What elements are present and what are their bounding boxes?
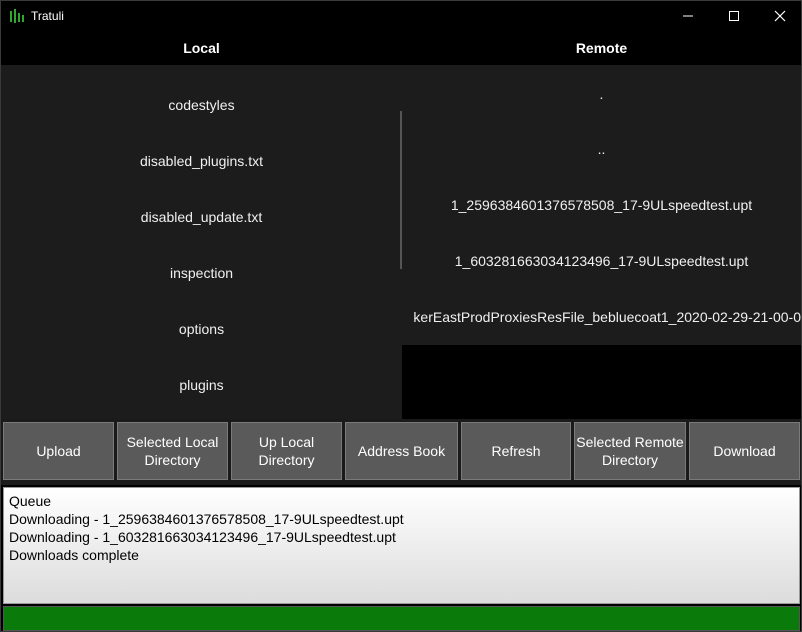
local-item[interactable]: disabled_plugins.txt <box>1 133 402 189</box>
log-line: Queue <box>9 493 52 509</box>
pane-scrollbar[interactable] <box>400 111 402 269</box>
selected-remote-label-2: Directory <box>601 452 658 468</box>
remote-item[interactable]: 1_2596384601376578508_17-9ULspeedtest.up… <box>402 177 801 233</box>
maximize-icon <box>729 11 739 21</box>
remote-header: Remote <box>402 31 801 65</box>
log-line: Downloading - 1_603281663034123496_17-9U… <box>9 529 396 545</box>
local-header: Local <box>1 31 402 65</box>
window-title: Tratuli <box>31 9 64 23</box>
log-textarea[interactable]: Queue Downloading - 1_259638460137657850… <box>3 487 800 604</box>
up-local-label-2: Directory <box>258 452 315 468</box>
action-toolbar: Upload Selected Local Directory Up Local… <box>1 419 801 485</box>
selected-remote-label-1: Selected Remote <box>576 434 684 450</box>
download-label: Download <box>713 443 776 459</box>
upload-button[interactable]: Upload <box>3 422 114 480</box>
remote-file-list[interactable]: . .. 1_2596384601376578508_17-9ULspeedte… <box>402 65 801 419</box>
remote-item[interactable]: .. <box>402 121 801 177</box>
local-item[interactable]: options <box>1 301 402 357</box>
app-icon <box>9 8 25 24</box>
log-line: Downloads complete <box>9 547 139 563</box>
download-button[interactable]: Download <box>689 422 800 480</box>
title-bar[interactable]: Tratuli <box>1 1 801 31</box>
local-item[interactable]: inspection <box>1 245 402 301</box>
local-item[interactable]: codestyles <box>1 77 402 133</box>
selected-local-label-1: Selected Local <box>126 434 219 450</box>
refresh-button[interactable]: Refresh <box>461 422 571 480</box>
selected-remote-directory-button[interactable]: Selected Remote Directory <box>574 422 686 480</box>
remote-item[interactable]: 1_603281663034123496_17-9ULspeedtest.upt <box>402 233 801 289</box>
close-icon <box>774 10 786 22</box>
progress-fill <box>4 607 799 630</box>
address-book-button[interactable]: Address Book <box>345 422 458 480</box>
app-window: Tratuli Local Remote codestyles disabled… <box>0 0 802 632</box>
selected-local-directory-button[interactable]: Selected Local Directory <box>117 422 228 480</box>
log-line: Downloading - 1_2596384601376578508_17-9… <box>9 511 404 527</box>
local-file-list[interactable]: codestyles disabled_plugins.txt disabled… <box>1 65 402 419</box>
minimize-icon <box>683 15 693 17</box>
upload-button-label: Upload <box>36 443 81 459</box>
up-local-directory-button[interactable]: Up Local Directory <box>231 422 342 480</box>
minimize-button[interactable] <box>665 1 711 31</box>
selected-local-label-2: Directory <box>144 452 201 468</box>
refresh-label: Refresh <box>491 443 541 459</box>
local-item[interactable]: disabled_update.txt <box>1 189 402 245</box>
progress-bar <box>3 606 800 631</box>
maximize-button[interactable] <box>711 1 757 31</box>
up-local-label-1: Up Local <box>258 434 315 450</box>
remote-item[interactable]: . <box>402 65 801 121</box>
close-button[interactable] <box>757 1 802 31</box>
address-book-label: Address Book <box>357 443 446 459</box>
local-item[interactable]: plugins <box>1 357 402 413</box>
remote-item[interactable]: kerEastProdProxiesResFile_bebluecoat1_20… <box>402 289 801 345</box>
